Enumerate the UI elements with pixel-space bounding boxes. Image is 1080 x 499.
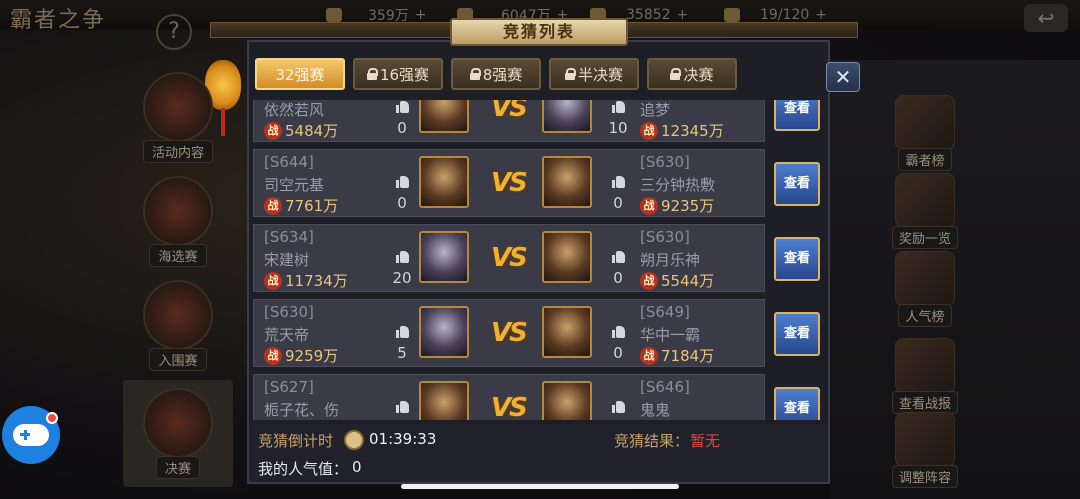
match-row: [S630] 荒天帝 战 9259万 5 VS 0 [S649] 华中一霸 战 … xyxy=(253,299,820,367)
menu-rewards[interactable]: 奖励一览 xyxy=(880,173,970,249)
menu-popularity-rank[interactable]: 人气榜 xyxy=(880,251,970,327)
right-player-avatar[interactable] xyxy=(542,381,592,420)
left-player-avatar[interactable] xyxy=(419,100,469,133)
lock-icon xyxy=(366,68,378,80)
audition-icon xyxy=(143,176,213,246)
tab-final[interactable]: 决赛 xyxy=(647,58,737,90)
like-icon[interactable] xyxy=(396,176,409,188)
countdown-value: 01:39:33 xyxy=(369,430,437,448)
right-player-avatar[interactable] xyxy=(542,231,592,283)
menu-final[interactable]: 决赛 xyxy=(123,380,233,487)
battle-power-icon: 战 xyxy=(264,346,282,365)
like-icon[interactable] xyxy=(396,401,409,413)
match-row: [S644] 司空元基 战 7761万 0 VS 0 [S630] 三分钟热敷 … xyxy=(253,149,820,217)
lock-icon xyxy=(469,68,481,80)
view-button[interactable]: 查看 xyxy=(774,100,820,131)
menu-qualifier[interactable]: 入围赛 xyxy=(133,280,223,371)
left-player-avatar[interactable] xyxy=(419,231,469,283)
popularity-rank-icon xyxy=(895,251,955,306)
like-icon[interactable] xyxy=(612,176,625,188)
vs-icon: VS xyxy=(491,100,528,123)
battle-power-icon: 战 xyxy=(640,196,658,215)
like-icon[interactable] xyxy=(396,101,409,113)
tab-round-16[interactable]: 16强赛 xyxy=(353,58,443,90)
right-player-avatar[interactable] xyxy=(542,100,592,133)
round-tabs: 32强赛 16强赛 8强赛 半决赛 决赛 xyxy=(255,58,737,90)
match-row: 依然若风 战 5484万 0 VS 10 追梦 战 12345万 查看 xyxy=(253,100,820,142)
menu-audition[interactable]: 海选赛 xyxy=(133,176,223,267)
like-icon[interactable] xyxy=(612,401,625,413)
left-player-avatar[interactable] xyxy=(419,156,469,208)
view-button[interactable]: 查看 xyxy=(774,237,820,281)
result-label: 竞猜结果： xyxy=(614,432,690,450)
match-list[interactable]: 依然若风 战 5484万 0 VS 10 追梦 战 12345万 查看 [S64… xyxy=(250,100,825,420)
menu-adjust-lineup[interactable]: 调整阵容 xyxy=(880,412,970,488)
tab-semifinal[interactable]: 半决赛 xyxy=(549,58,639,90)
tab-round-32[interactable]: 32强赛 xyxy=(255,58,345,90)
like-icon[interactable] xyxy=(612,251,625,263)
countdown-label: 竞猜倒计时 xyxy=(258,432,334,450)
battle-power-icon: 战 xyxy=(264,121,282,140)
menu-battle-report[interactable]: 查看战报 xyxy=(880,338,970,414)
help-icon[interactable]: ? xyxy=(156,14,192,50)
wheat-icon xyxy=(326,8,342,22)
like-icon[interactable] xyxy=(396,251,409,263)
gamepad-icon xyxy=(13,424,49,446)
menu-activity-content[interactable]: 活动内容 xyxy=(133,72,223,163)
dialog-title: 竞猜列表 xyxy=(450,18,628,46)
like-icon[interactable] xyxy=(396,326,409,338)
gamepad-float-button[interactable] xyxy=(2,406,60,464)
left-player-avatar[interactable] xyxy=(419,381,469,420)
close-button[interactable]: ✕ xyxy=(826,62,860,92)
battle-report-icon xyxy=(895,338,955,393)
vs-icon: VS xyxy=(491,393,528,420)
home-indicator[interactable] xyxy=(401,484,679,489)
game-logo: 霸者之争 xyxy=(10,8,107,33)
qualifier-icon xyxy=(143,280,213,350)
match-row: [S634] 宋建树 战 11734万 20 VS 0 [S630] 朔月乐神 … xyxy=(253,224,820,292)
clock-icon xyxy=(344,430,364,450)
view-button[interactable]: 查看 xyxy=(774,162,820,206)
vs-icon: VS xyxy=(491,318,528,348)
champion-rank-icon xyxy=(895,95,955,150)
right-player-avatar[interactable] xyxy=(542,306,592,358)
back-button[interactable]: ↩ xyxy=(1024,4,1068,32)
left-player-avatar[interactable] xyxy=(419,306,469,358)
battle-power-icon: 战 xyxy=(640,271,658,290)
view-button[interactable]: 查看 xyxy=(774,387,820,420)
result-value: 暂无 xyxy=(690,432,721,450)
like-icon[interactable] xyxy=(612,101,625,113)
view-button[interactable]: 查看 xyxy=(774,312,820,356)
battle-power-icon: 战 xyxy=(640,121,658,140)
match-row: [S627] 栀子花、伤 VS [S646] 鬼鬼 查看 xyxy=(253,374,820,420)
stamina-icon xyxy=(724,8,740,22)
like-icon[interactable] xyxy=(612,326,625,338)
notification-dot xyxy=(46,412,58,424)
battle-power-icon: 战 xyxy=(264,271,282,290)
lock-icon xyxy=(670,68,682,80)
tab-round-8[interactable]: 8强赛 xyxy=(451,58,541,90)
right-player-avatar[interactable] xyxy=(542,156,592,208)
menu-champion-rank[interactable]: 霸者榜 xyxy=(880,95,970,171)
battle-power-icon: 战 xyxy=(640,346,658,365)
popularity-label: 我的人气值： xyxy=(258,460,349,478)
battle-power-icon: 战 xyxy=(264,196,282,215)
lock-icon xyxy=(564,68,576,80)
vs-icon: VS xyxy=(491,243,528,273)
final-icon xyxy=(143,388,213,458)
activity-icon xyxy=(143,72,213,142)
rewards-icon xyxy=(895,173,955,228)
vs-icon: VS xyxy=(491,168,528,198)
adjust-lineup-icon xyxy=(895,412,955,467)
popularity-value: 0 xyxy=(352,458,362,476)
